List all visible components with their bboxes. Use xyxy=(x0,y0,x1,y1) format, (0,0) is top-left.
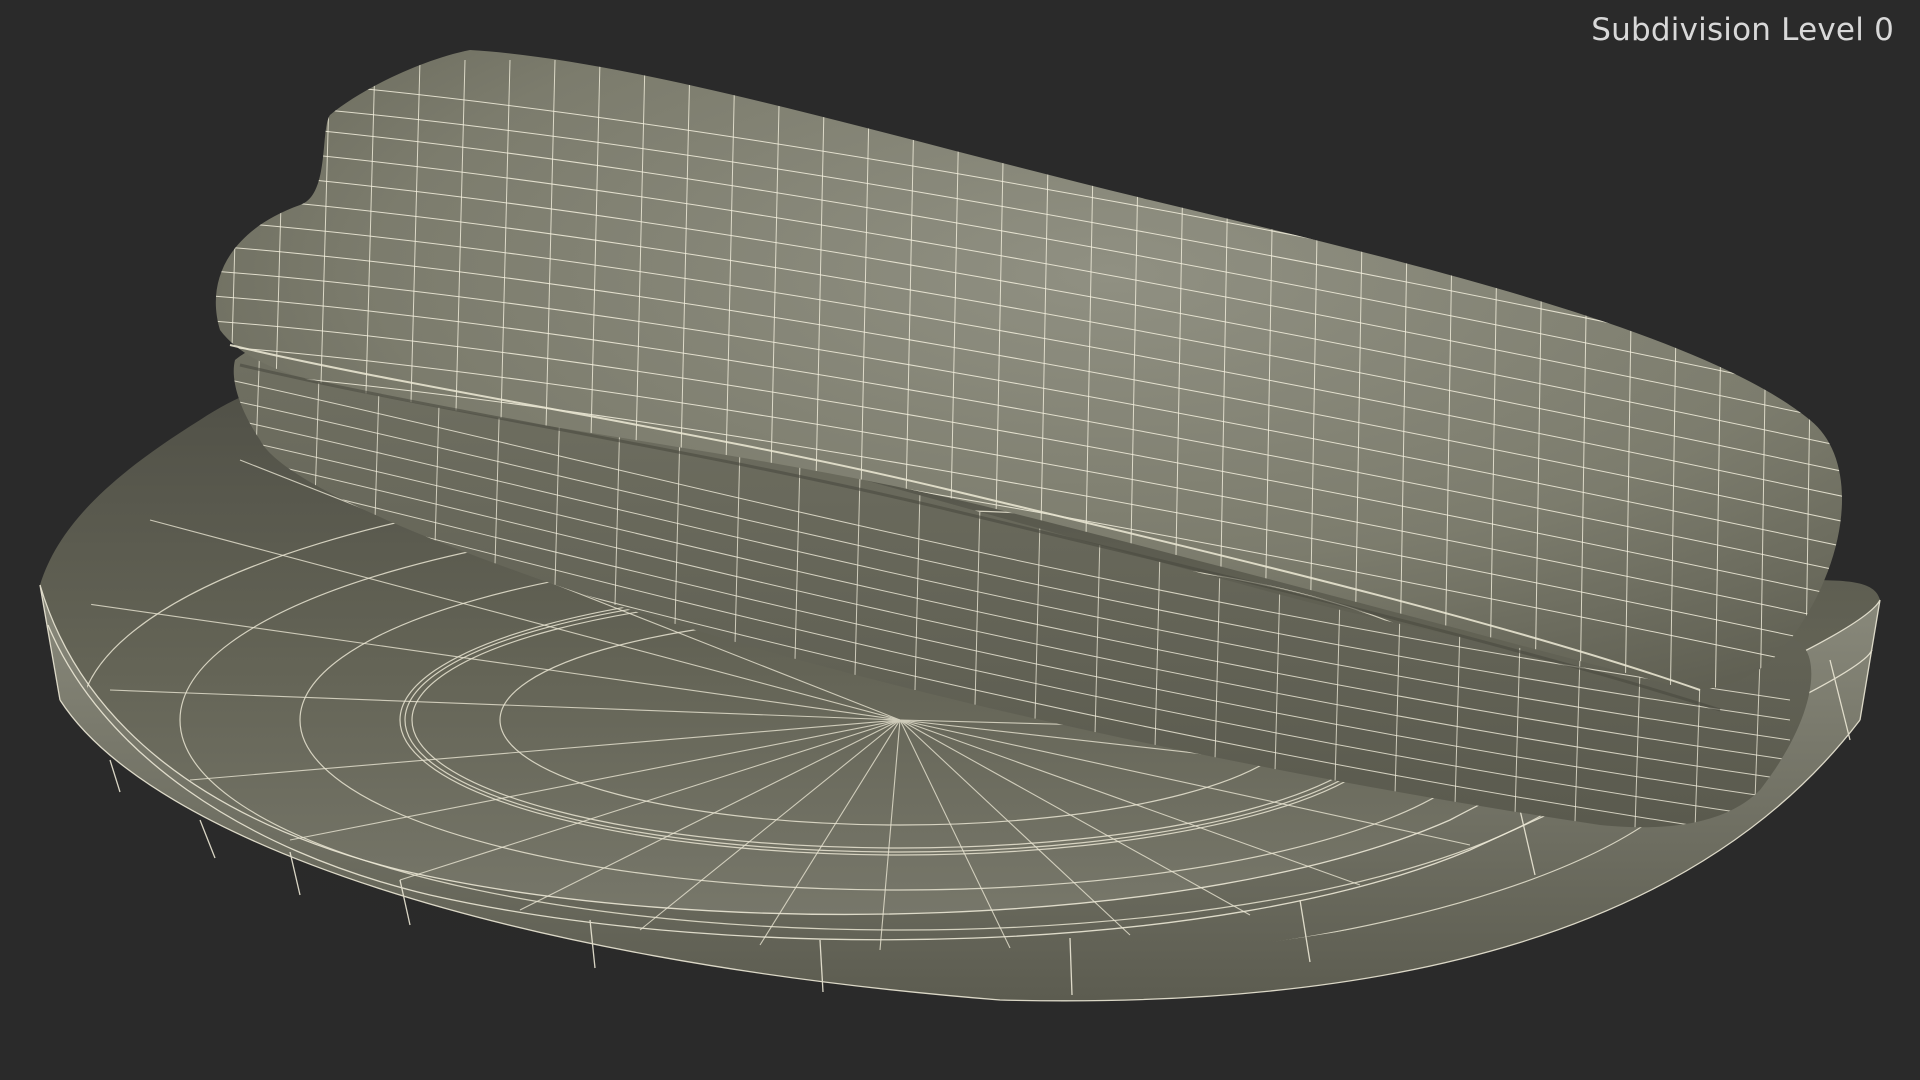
wireframe-render xyxy=(20,50,1920,1030)
subdivision-level-label: Subdivision Level 0 xyxy=(1591,12,1894,48)
render-viewport: Subdivision Level 0 xyxy=(0,0,1920,1080)
